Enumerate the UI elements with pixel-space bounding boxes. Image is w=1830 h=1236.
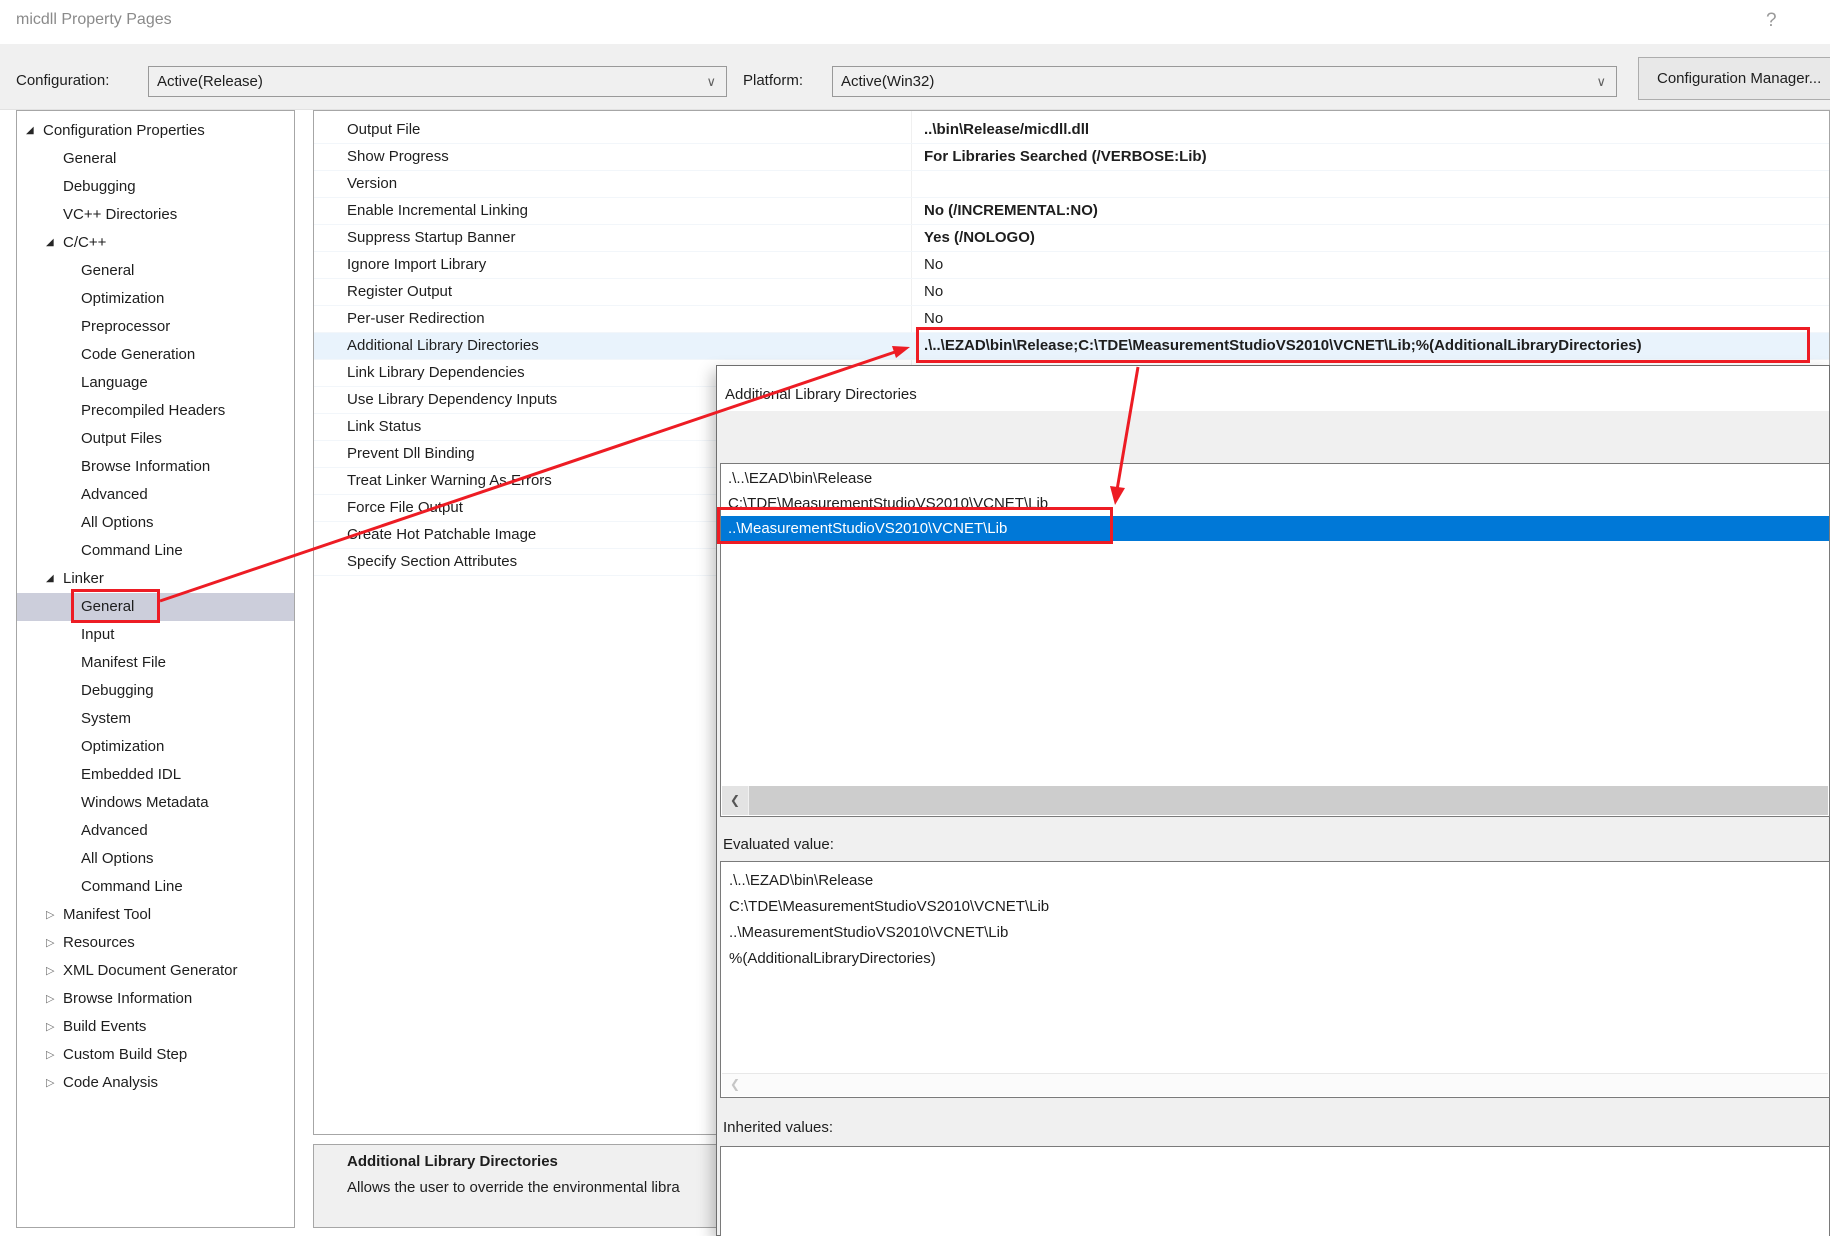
tree-item-linker-all-options[interactable]: All Options [17, 845, 294, 873]
tree-item-system[interactable]: System [17, 705, 294, 733]
evaluated-horizontal-scrollbar[interactable]: ❮ [722, 1073, 1828, 1096]
tree-item-advanced[interactable]: Advanced [17, 481, 294, 509]
platform-value: Active(Win32) [841, 73, 934, 90]
configuration-manager-button[interactable]: Configuration Manager... [1638, 57, 1830, 100]
tree-item-build-events[interactable]: ▷Build Events [17, 1013, 294, 1041]
tree-item-command-line[interactable]: Command Line [17, 537, 294, 565]
inherited-values-box[interactable] [720, 1146, 1830, 1236]
tree-item-cpp-general[interactable]: General [17, 257, 294, 285]
tree-expanded-icon[interactable]: ◢ [26, 117, 43, 145]
tree-item-xml-document-generator[interactable]: ▷XML Document Generator [17, 957, 294, 985]
configuration-label: Configuration: [16, 72, 109, 89]
chevron-down-icon: ∨ [706, 67, 716, 96]
scroll-left-button[interactable]: ❮ [722, 786, 748, 815]
tree-expanded-icon[interactable]: ◢ [46, 229, 63, 257]
tree-item-windows-metadata[interactable]: Windows Metadata [17, 789, 294, 817]
tree-item-custom-build-step[interactable]: ▷Custom Build Step [17, 1041, 294, 1069]
property-pages-window: micdll Property Pages ? Configuration: A… [0, 0, 1830, 1236]
inherited-values-label: Inherited values: [723, 1119, 833, 1136]
tree-collapsed-icon[interactable]: ▷ [46, 901, 63, 929]
platform-select[interactable]: Active(Win32) ∨ [832, 66, 1617, 97]
tree-item-precompiled-headers[interactable]: Precompiled Headers [17, 397, 294, 425]
property-row-suppress-banner[interactable]: Suppress Startup BannerYes (/NOLOGO) [314, 225, 1829, 252]
configuration-tree: ◢Configuration Properties General Debugg… [16, 110, 295, 1228]
tree-item-manifest-file[interactable]: Manifest File [17, 649, 294, 677]
tree-item-linker-debugging[interactable]: Debugging [17, 677, 294, 705]
tree-item-language[interactable]: Language [17, 369, 294, 397]
tree-collapsed-icon[interactable]: ▷ [46, 929, 63, 957]
chevron-left-icon: ❮ [730, 793, 740, 807]
tree-item-debugging[interactable]: Debugging [17, 173, 294, 201]
tree-item-all-options[interactable]: All Options [17, 509, 294, 537]
tree-item-preprocessor[interactable]: Preprocessor [17, 313, 294, 341]
tree-item-code-generation[interactable]: Code Generation [17, 341, 294, 369]
tree-collapsed-icon[interactable]: ▷ [46, 985, 63, 1013]
evaluated-value-label: Evaluated value: [723, 836, 834, 853]
property-row-version[interactable]: Version [314, 171, 1829, 198]
chevron-down-icon: ∨ [1596, 67, 1606, 96]
tree-item-output-files[interactable]: Output Files [17, 425, 294, 453]
property-row-ignore-import-library[interactable]: Ignore Import LibraryNo [314, 252, 1829, 279]
tree-collapsed-icon[interactable]: ▷ [46, 957, 63, 985]
tree-expanded-icon[interactable]: ◢ [46, 565, 63, 593]
tree-item-browse-information[interactable]: Browse Information [17, 453, 294, 481]
configuration-select[interactable]: Active(Release) ∨ [148, 66, 727, 97]
dialog-title: Additional Library Directories [725, 386, 917, 403]
tree-collapsed-icon[interactable]: ▷ [46, 1041, 63, 1069]
dialog-titlebar[interactable]: Additional Library Directories [717, 366, 1829, 411]
evaluated-line: .\..\EZAD\bin\Release [721, 868, 1829, 894]
tree-item-linker-advanced[interactable]: Advanced [17, 817, 294, 845]
tree-item-linker-command-line[interactable]: Command Line [17, 873, 294, 901]
scrollbar-thumb[interactable] [749, 786, 1828, 815]
tree-item-linker-input[interactable]: Input [17, 621, 294, 649]
tree-collapsed-icon[interactable]: ▷ [46, 1013, 63, 1041]
list-horizontal-scrollbar[interactable]: ❮ [722, 786, 1828, 815]
property-row-show-progress[interactable]: Show ProgressFor Libraries Searched (/VE… [314, 144, 1829, 171]
help-description: Allows the user to override the environm… [347, 1179, 680, 1196]
tree-item-manifest-tool[interactable]: ▷Manifest Tool [17, 901, 294, 929]
tree-item-vc-directories[interactable]: VC++ Directories [17, 201, 294, 229]
tree-item-resources[interactable]: ▷Resources [17, 929, 294, 957]
evaluated-value-box[interactable]: .\..\EZAD\bin\Release C:\TDE\Measurement… [720, 861, 1830, 1098]
tree-collapsed-icon[interactable]: ▷ [46, 1069, 63, 1097]
window-title: micdll Property Pages [16, 11, 172, 29]
chevron-left-icon: ❮ [730, 1074, 740, 1095]
property-row-incremental-linking[interactable]: Enable Incremental LinkingNo (/INCREMENT… [314, 198, 1829, 225]
annotation-box-selected-directory [717, 507, 1113, 544]
tree-item-general[interactable]: General [17, 145, 294, 173]
configuration-value: Active(Release) [157, 73, 263, 90]
tree-item-linker-optimization[interactable]: Optimization [17, 733, 294, 761]
tree-item-configuration-properties[interactable]: ◢Configuration Properties [17, 117, 294, 145]
tree-item-embedded-idl[interactable]: Embedded IDL [17, 761, 294, 789]
annotation-box-linker-general [71, 589, 160, 623]
evaluated-line: %(AdditionalLibraryDirectories) [721, 946, 1829, 972]
property-row-output-file[interactable]: Output File..\bin\Release/micdll.dll [314, 117, 1829, 144]
evaluated-line: C:\TDE\MeasurementStudioVS2010\VCNET\Lib [721, 894, 1829, 920]
tree-item-browse-information-2[interactable]: ▷Browse Information [17, 985, 294, 1013]
tree-item-cpp-optimization[interactable]: Optimization [17, 285, 294, 313]
platform-label: Platform: [743, 72, 803, 89]
property-row-register-output[interactable]: Register OutputNo [314, 279, 1829, 306]
evaluated-line: ..\MeasurementStudioVS2010\VCNET\Lib [721, 920, 1829, 946]
help-icon[interactable]: ? [1766, 10, 1777, 32]
tree-item-c-cpp[interactable]: ◢C/C++ [17, 229, 294, 257]
help-title: Additional Library Directories [347, 1153, 558, 1170]
list-item[interactable]: .\..\EZAD\bin\Release [721, 466, 1829, 491]
annotation-box-property-value [916, 327, 1810, 363]
tree-item-code-analysis[interactable]: ▷Code Analysis [17, 1069, 294, 1097]
additional-library-directories-dialog: Additional Library Directories .\..\EZAD… [716, 365, 1830, 1236]
